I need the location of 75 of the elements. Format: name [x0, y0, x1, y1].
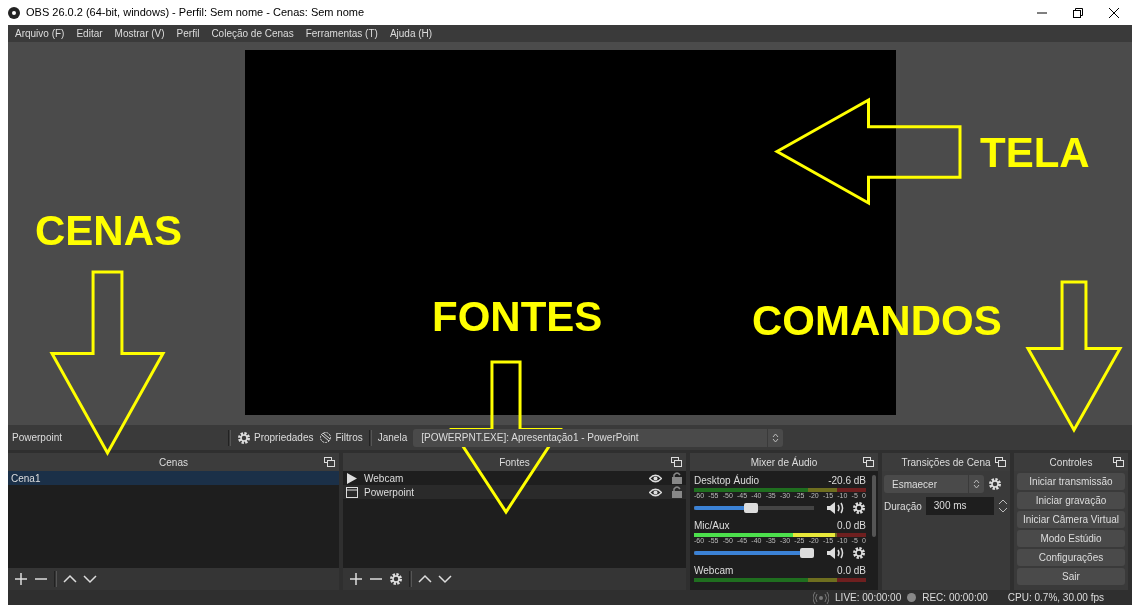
panel-title: Fontes — [499, 455, 530, 470]
duration-label: Duração — [884, 499, 922, 514]
updown-icon — [973, 479, 980, 489]
volume-reading: 0.0 dB — [837, 519, 866, 533]
eye-icon[interactable] — [649, 473, 662, 483]
settings-icon[interactable] — [988, 477, 1002, 491]
properties-button[interactable]: Propriedades — [237, 430, 314, 445]
broadcast-icon — [813, 591, 830, 604]
move-down-icon[interactable] — [83, 572, 97, 586]
settings-icon[interactable] — [852, 501, 866, 515]
menu-item[interactable]: Coleção de Cenas — [211, 26, 294, 41]
add-icon[interactable] — [349, 572, 363, 586]
menu-item[interactable]: Ajuda (H) — [389, 26, 433, 41]
control-button[interactable]: Iniciar gravação — [1017, 492, 1125, 509]
unlock-icon[interactable] — [672, 472, 682, 484]
unlock-icon[interactable] — [672, 486, 682, 498]
menu-item[interactable]: Editar — [76, 26, 103, 41]
annotation-label: COMANDOS — [752, 300, 1002, 342]
panel-title: Mixer de Áudio — [750, 455, 818, 470]
window-label: Janela — [377, 431, 408, 445]
channel-name: Mic/Aux — [694, 519, 730, 533]
updown-icon — [772, 432, 780, 443]
volume-reading: 0.0 dB — [837, 564, 866, 578]
record-dot-icon — [907, 593, 917, 602]
menu-item[interactable]: Mostrar (V) — [114, 26, 165, 41]
control-button[interactable]: Sair — [1017, 568, 1125, 585]
settings-icon[interactable] — [852, 546, 866, 560]
slider-thumb[interactable] — [800, 548, 814, 558]
channel-name: Desktop Áudio — [694, 473, 760, 488]
channel-name: Webcam — [694, 564, 734, 578]
volume-reading: -20.6 dB — [828, 474, 866, 488]
control-button[interactable]: Modo Estúdio — [1017, 530, 1125, 547]
panel-title: Transições de Cena — [901, 455, 991, 470]
transition-dropdown[interactable]: Esmaecer — [884, 475, 984, 493]
undock-icon[interactable] — [324, 457, 335, 467]
filter-icon — [319, 431, 333, 444]
source-name-label: Powerpoint — [12, 431, 64, 445]
speaker-icon[interactable] — [826, 546, 846, 560]
panel-title: Cenas — [159, 455, 188, 470]
annotation-label: FONTES — [432, 296, 603, 338]
panel-title: Controles — [1049, 455, 1093, 470]
slider-thumb[interactable] — [743, 503, 758, 513]
window-dropdown[interactable]: [POWERPNT.EXE]: Apresentação1 - PowerPoint — [413, 428, 784, 447]
undock-icon[interactable] — [863, 457, 874, 467]
menu-item[interactable]: Perfil — [176, 26, 200, 41]
window-title: OBS 26.0.2 (64-bit, windows) - Perfil: Sem nome - Cenas: Sem nome — [26, 5, 365, 21]
eye-icon[interactable] — [649, 487, 662, 497]
speaker-icon[interactable] — [826, 501, 846, 515]
scene-item[interactable]: Cena1 — [8, 471, 339, 485]
add-icon[interactable] — [14, 572, 28, 586]
settings-icon[interactable] — [389, 572, 403, 586]
window-icon — [346, 486, 358, 498]
source-name[interactable]: Webcam — [364, 470, 643, 486]
menu-item[interactable]: Ferramentas (T) — [305, 26, 378, 41]
scrollbar[interactable] — [872, 475, 876, 537]
undock-icon[interactable] — [671, 457, 682, 467]
move-down-icon[interactable] — [438, 572, 452, 586]
restore-icon[interactable] — [1073, 7, 1083, 18]
annotation-label: TELA — [980, 132, 1090, 174]
live-status: LIVE: 00:00:00 — [835, 591, 902, 605]
filters-button[interactable]: Filtros — [319, 430, 363, 445]
control-button[interactable]: Iniciar Câmera Virtual — [1017, 511, 1125, 528]
undock-icon[interactable] — [995, 457, 1006, 467]
duration-field[interactable]: 300 ms — [925, 497, 994, 515]
rec-status: REC: 00:00:00 — [922, 591, 988, 605]
menu-item[interactable]: Arquivo (F) — [15, 26, 65, 41]
control-button[interactable]: Iniciar transmissão — [1017, 473, 1125, 490]
control-button[interactable]: Configurações — [1017, 549, 1125, 566]
spin-arrows-icon[interactable] — [998, 498, 1008, 514]
undock-icon[interactable] — [1113, 457, 1124, 467]
close-icon[interactable] — [1109, 7, 1119, 18]
app-logo-icon — [8, 6, 20, 19]
cpu-status: CPU: 0.7%, 30.00 fps — [1007, 591, 1104, 605]
gear-icon — [237, 430, 251, 445]
annotation-label: CENAS — [35, 210, 183, 252]
